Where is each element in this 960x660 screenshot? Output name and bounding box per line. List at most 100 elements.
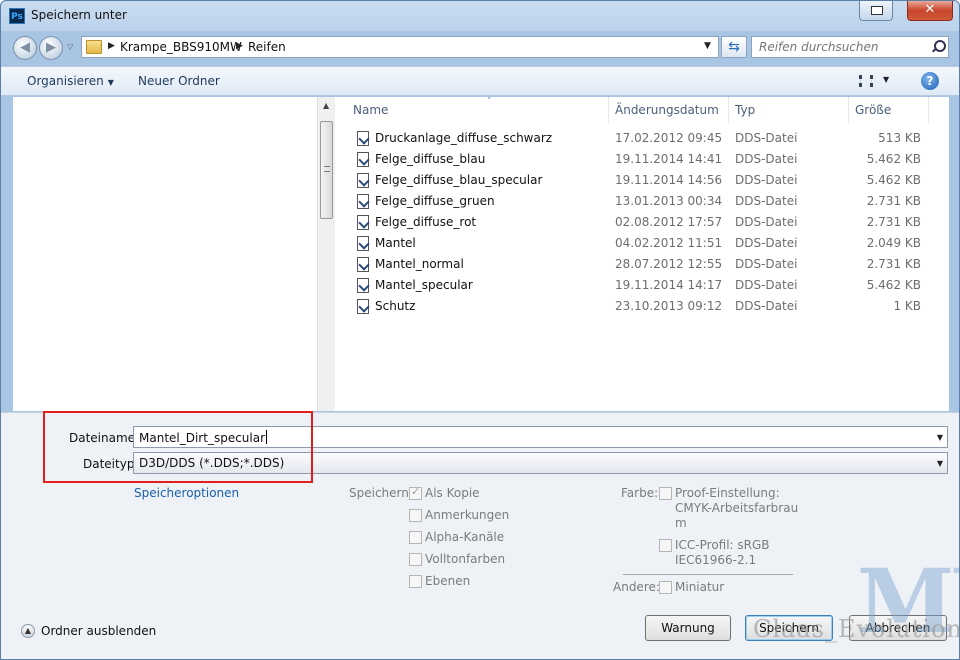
close-button[interactable]: ✕	[907, 1, 953, 21]
photoshop-icon: Ps	[9, 8, 25, 24]
layers-checkbox[interactable]	[409, 575, 422, 588]
file-row[interactable]: Felge_diffuse_blau 19.11.2014 14:41 DDS-…	[335, 149, 949, 170]
dds-file-icon	[357, 173, 369, 188]
file-size: 2.731 KB	[866, 215, 921, 229]
recent-locations-dropdown-icon[interactable]: ▽	[67, 42, 73, 51]
view-options-icon[interactable]	[859, 75, 873, 87]
command-bar: Organisieren ▼ Neuer Ordner ▼ ?	[1, 66, 959, 96]
sort-ascending-icon: ˄	[487, 97, 492, 107]
scrollbar-thumb[interactable]	[320, 121, 333, 219]
navigation-scrollbar[interactable]: ▲	[317, 97, 335, 411]
icc-profile-checkbox[interactable]	[659, 539, 672, 552]
save-label: Speichern:	[349, 486, 413, 500]
file-type: DDS-Datei	[735, 152, 798, 166]
file-date: 28.07.2012 12:55	[615, 257, 723, 271]
forward-button[interactable]: ▶	[39, 36, 63, 60]
chevron-down-icon[interactable]: ▼	[883, 75, 889, 84]
file-row[interactable]: Mantel_specular 19.11.2014 14:17 DDS-Dat…	[335, 275, 949, 296]
breadcrumb-item[interactable]: Krampe_BBS910MW	[120, 40, 242, 54]
proof-setup-label-line3: m	[675, 516, 687, 530]
search-input[interactable]: Reifen durchsuchen	[759, 40, 879, 54]
file-row[interactable]: Felge_diffuse_gruen 13.01.2013 00:34 DDS…	[335, 191, 949, 212]
minimize-button[interactable]	[859, 1, 893, 21]
breadcrumb-item[interactable]: Reifen	[248, 40, 286, 54]
file-type: DDS-Datei	[735, 173, 798, 187]
file-row[interactable]: Mantel 04.02.2012 11:51 DDS-Datei 2.049 …	[335, 233, 949, 254]
color-label: Farbe:	[621, 486, 659, 500]
warning-button[interactable]: Warnung	[645, 615, 731, 641]
file-name: Druckanlage_diffuse_schwarz	[375, 131, 553, 145]
file-row[interactable]: Felge_diffuse_blau_specular 19.11.2014 1…	[335, 170, 949, 191]
file-date: 19.11.2014 14:41	[615, 152, 723, 166]
back-arrow-icon: ◀	[20, 40, 30, 55]
file-type: DDS-Datei	[735, 299, 798, 313]
file-size: 5.462 KB	[866, 173, 921, 187]
file-name: Mantel_specular	[375, 278, 473, 292]
file-name: Mantel_normal	[375, 257, 464, 271]
column-header-size[interactable]: Größe	[849, 97, 929, 123]
chevron-down-icon: ▼	[107, 78, 114, 87]
thumbnail-checkbox[interactable]	[659, 581, 672, 594]
file-date: 19.11.2014 14:17	[615, 278, 723, 292]
dds-file-icon	[357, 194, 369, 209]
help-icon[interactable]: ?	[921, 72, 939, 90]
layers-label: Ebenen	[425, 574, 471, 588]
highlight-annotation	[43, 411, 313, 483]
icc-profile-label-line1: ICC-Profil: sRGB	[675, 538, 770, 552]
file-date: 04.02.2012 11:51	[615, 236, 723, 250]
file-name: Felge_diffuse_blau_specular	[375, 173, 543, 187]
refresh-icon: ⇆	[728, 39, 740, 55]
search-icon[interactable]	[932, 40, 946, 52]
column-header-type[interactable]: Typ	[729, 97, 849, 123]
organize-label: Organisieren	[27, 74, 104, 88]
other-label: Andere:	[613, 580, 660, 594]
thumbnail-label: Miniatur	[675, 580, 725, 594]
file-size: 5.462 KB	[866, 152, 921, 166]
file-row[interactable]: Schutz 23.10.2013 09:12 DDS-Datei 1 KB	[335, 296, 949, 317]
chevron-down-icon[interactable]: ▼	[937, 433, 943, 442]
spot-colors-label: Volltonfarben	[425, 552, 506, 566]
column-label: Name	[353, 103, 389, 117]
watermark-text: Claas_Evolution	[753, 615, 960, 643]
file-date: 23.10.2013 09:12	[615, 299, 723, 313]
annotations-label: Anmerkungen	[425, 508, 510, 522]
collapse-folders-icon[interactable]: ▲	[21, 624, 35, 638]
dds-file-icon	[357, 152, 369, 167]
file-list[interactable]: Name ˄ Änderungsdatum Typ Größe Druckanl…	[335, 97, 949, 411]
file-date: 19.11.2014 14:56	[615, 173, 723, 187]
file-size: 5.462 KB	[866, 278, 921, 292]
organize-button[interactable]: Organisieren ▼	[27, 74, 114, 88]
refresh-button[interactable]: ⇆	[721, 36, 747, 58]
file-name: Felge_diffuse_blau	[375, 152, 486, 166]
file-type: DDS-Datei	[735, 236, 798, 250]
address-bar[interactable]: ▶ Krampe_BBS910MW ▶ Reifen ▼	[81, 36, 719, 58]
spot-colors-checkbox[interactable]	[409, 553, 422, 566]
dds-file-icon	[357, 236, 369, 251]
search-box[interactable]: Reifen durchsuchen	[751, 36, 949, 58]
file-row[interactable]: Felge_diffuse_rot 02.08.2012 17:57 DDS-D…	[335, 212, 949, 233]
dds-file-icon	[357, 257, 369, 272]
alpha-channels-checkbox[interactable]	[409, 531, 422, 544]
file-size: 513 KB	[878, 131, 921, 145]
as-copy-checkbox[interactable]	[409, 485, 422, 500]
file-name: Felge_diffuse_gruen	[375, 194, 495, 208]
file-name: Schutz	[375, 299, 416, 313]
chevron-down-icon[interactable]: ▼	[704, 41, 711, 51]
navigation-pane[interactable]	[13, 97, 333, 411]
new-folder-button[interactable]: Neuer Ordner	[138, 74, 220, 88]
folder-icon	[86, 40, 102, 54]
scroll-up-icon[interactable]: ▲	[323, 101, 329, 110]
hide-folders-button[interactable]: Ordner ausblenden	[41, 624, 156, 638]
file-row[interactable]: Druckanlage_diffuse_schwarz 17.02.2012 0…	[335, 128, 949, 149]
save-options-link[interactable]: Speicheroptionen	[134, 486, 239, 500]
title-bar[interactable]: Ps Speichern unter ✕	[1, 1, 959, 31]
breadcrumb-separator-icon[interactable]: ▶	[236, 41, 243, 51]
file-row[interactable]: Mantel_normal 28.07.2012 12:55 DDS-Datei…	[335, 254, 949, 275]
back-button[interactable]: ◀	[13, 36, 37, 60]
breadcrumb-separator-icon[interactable]: ▶	[108, 41, 115, 51]
file-name: Mantel	[375, 236, 416, 250]
proof-setup-checkbox[interactable]	[659, 487, 672, 500]
annotations-checkbox[interactable]	[409, 509, 422, 522]
column-header-name[interactable]: Name ˄	[347, 97, 609, 123]
column-header-date[interactable]: Änderungsdatum	[609, 97, 729, 123]
